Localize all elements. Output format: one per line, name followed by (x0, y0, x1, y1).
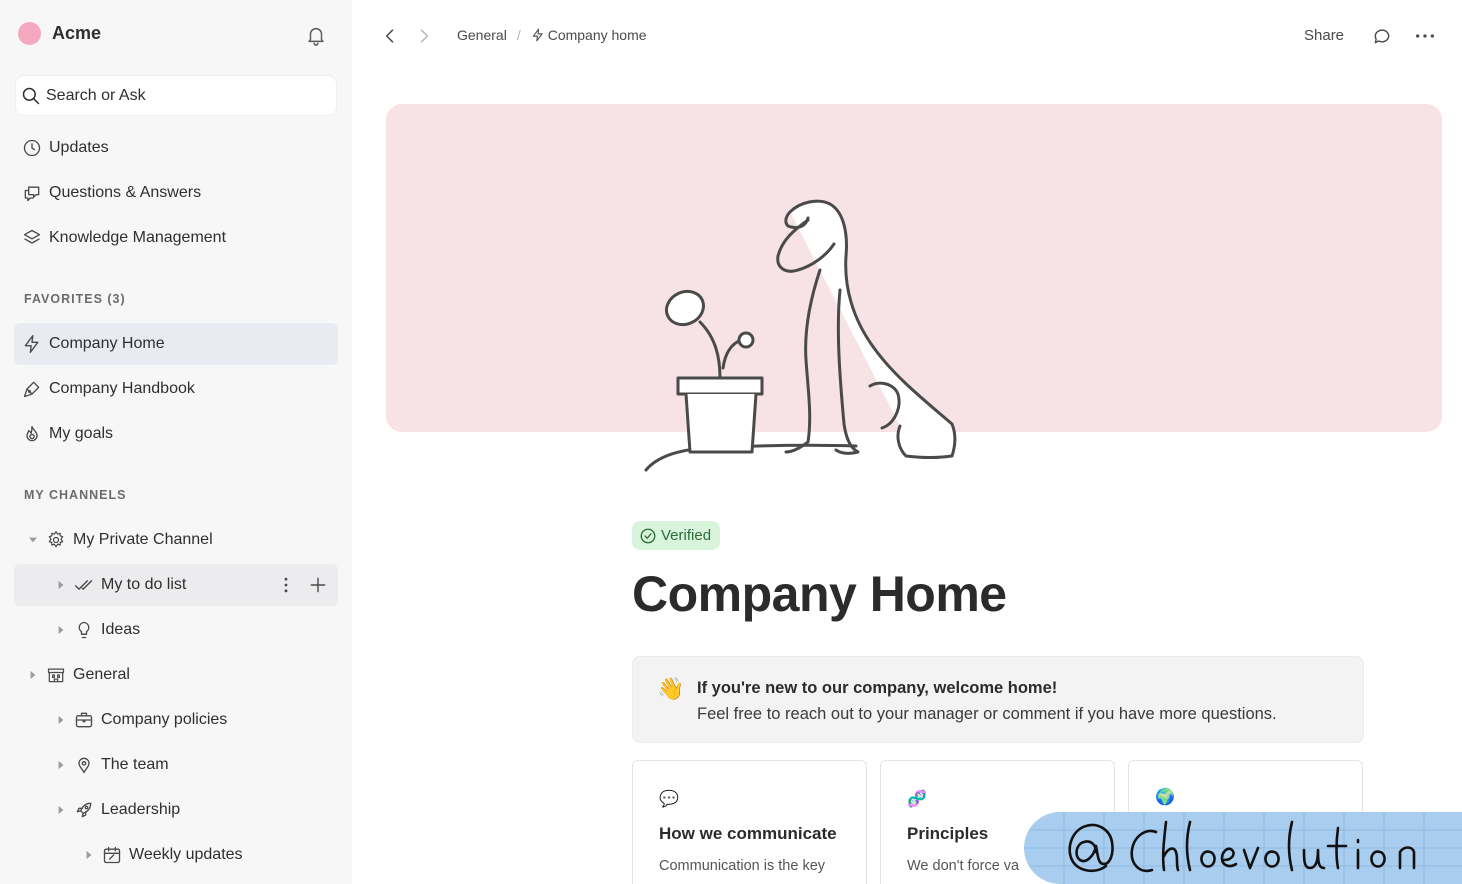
globe-icon: 🌍 (1155, 789, 1175, 806)
clock-icon (22, 138, 42, 158)
comment-icon[interactable] (1372, 26, 1392, 46)
card-text: We don't force va (907, 858, 1020, 874)
channel-item-label: Company policies (101, 711, 228, 728)
rocket-icon (74, 800, 94, 820)
caret-right-icon[interactable] (56, 625, 66, 635)
puzzle-icon (46, 530, 66, 550)
nav-item-updates[interactable]: Updates (14, 127, 338, 169)
row-actions (276, 575, 328, 595)
page-title: Company Home (632, 566, 1007, 622)
lightning-icon (22, 334, 42, 354)
layers-icon (22, 228, 42, 248)
breadcrumb-parent[interactable]: General (457, 27, 507, 43)
channel-item-weekly-updates[interactable]: Weekly updates (14, 834, 338, 876)
breadcrumb-current[interactable]: Company home (548, 27, 647, 43)
map-pin-icon (74, 755, 94, 775)
workspace-switcher[interactable]: Acme (18, 22, 101, 45)
card-text: Communication is the key (659, 858, 826, 874)
breadcrumb: General / Company home (457, 27, 647, 43)
caret-right-icon[interactable] (28, 670, 38, 680)
favorite-item-my-goals[interactable]: My goals (14, 413, 338, 455)
building-icon (46, 665, 66, 685)
favorite-item-label: Company Home (49, 335, 165, 352)
channel-item-my-private-channel[interactable]: My Private Channel (14, 519, 338, 561)
channel-item-label: My Private Channel (73, 531, 213, 548)
bell-icon[interactable] (305, 24, 327, 46)
callout-title: If you're new to our company, welcome ho… (697, 679, 1058, 697)
back-arrow-icon[interactable] (380, 26, 400, 46)
caret-right-icon[interactable] (56, 715, 66, 725)
card-title: How we communicate (659, 824, 837, 843)
channel-item-leadership[interactable]: Leadership (14, 789, 338, 831)
favorite-item-company-handbook[interactable]: Company Handbook (14, 368, 338, 410)
search-icon (22, 87, 40, 104)
caret-right-icon[interactable] (56, 760, 66, 770)
channel-item-label: General (73, 666, 130, 683)
share-button[interactable]: Share (1304, 27, 1344, 44)
check-circle-icon (640, 528, 656, 543)
waving-hand-icon: 👋 (657, 676, 685, 701)
caret-down-icon[interactable] (28, 535, 38, 545)
channel-item-label: Weekly updates (129, 846, 243, 863)
calendar-icon (102, 845, 122, 865)
channel-item-label: The team (101, 756, 169, 773)
caret-right-icon[interactable] (84, 850, 94, 860)
channel-item-general[interactable]: General (14, 654, 338, 696)
forward-arrow-icon[interactable] (414, 26, 434, 46)
favorite-item-label: Company Handbook (49, 380, 195, 397)
nav-item-knowledge-management[interactable]: Knowledge Management (14, 217, 338, 259)
verified-badge[interactable]: Verified (632, 521, 721, 550)
top-bar: General / Company home Share (352, 0, 1462, 72)
verified-label: Verified (661, 527, 712, 544)
channels-heading: MY CHANNELS (24, 488, 127, 502)
double-check-icon (74, 575, 94, 595)
channel-item-the-team[interactable]: The team (14, 744, 338, 786)
channel-item-company-policies[interactable]: Company policies (14, 699, 338, 741)
dog-and-plant-illustration (644, 199, 957, 472)
nav-item-label: Updates (49, 139, 109, 156)
search-placeholder: Search or Ask (46, 86, 146, 104)
speech-bubble-icon: 💬 (659, 791, 679, 808)
workspace-name: Acme (52, 23, 102, 43)
sidebar: Acme Search or Ask Updates Questions & A… (0, 0, 352, 884)
channel-item-label: Ideas (101, 621, 141, 638)
caret-right-icon[interactable] (56, 805, 66, 815)
pen-tool-icon (22, 379, 42, 399)
favorite-item-label: My goals (49, 425, 114, 442)
dna-icon: 🧬 (907, 791, 927, 808)
channel-item-ideas[interactable]: Ideas (14, 609, 338, 651)
nav-item-questions-answers[interactable]: Questions & Answers (14, 172, 338, 214)
callout-text: Feel free to reach out to your manager o… (697, 705, 1277, 723)
chat-bubbles-icon (22, 183, 42, 203)
add-icon[interactable] (308, 575, 328, 595)
channel-item-label: My to do list (101, 576, 187, 593)
favorites-heading: FAVORITES (3) (24, 292, 126, 306)
kebab-menu-icon[interactable] (276, 575, 296, 595)
nav-item-label: Knowledge Management (49, 229, 227, 246)
favorite-item-company-home[interactable]: Company Home (14, 323, 338, 365)
welcome-callout: 👋 If you're new to our company, welcome … (632, 656, 1364, 743)
flame-icon (22, 424, 42, 444)
signature-watermark (1024, 812, 1462, 884)
caret-right-icon[interactable] (56, 580, 66, 590)
briefcase-icon (74, 710, 94, 730)
channel-item-label: Leadership (101, 801, 181, 818)
search-input[interactable]: Search or Ask (16, 76, 336, 115)
workspace-avatar (18, 22, 41, 45)
channel-item-my-to-do-list[interactable]: My to do list (14, 564, 338, 606)
lightbulb-icon (74, 620, 94, 640)
signature-drawing (1024, 812, 1462, 884)
card-title: Principles (907, 824, 989, 843)
nav-item-label: Questions & Answers (49, 184, 202, 201)
card-how-we-communicate[interactable]: 💬 How we communicate Communication is th… (632, 760, 867, 884)
lightning-icon (532, 28, 543, 42)
breadcrumb-separator: / (516, 27, 521, 43)
more-options-icon[interactable] (1414, 26, 1436, 46)
